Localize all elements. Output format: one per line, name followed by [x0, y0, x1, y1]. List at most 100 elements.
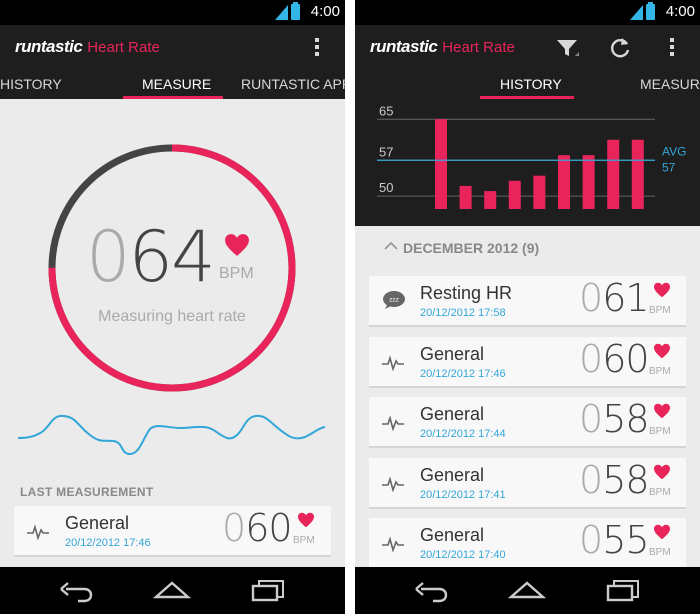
heart-icon [654, 343, 670, 358]
chart-bar [508, 180, 521, 209]
home-icon[interactable] [507, 577, 547, 603]
entry-date: 20/12/2012 17:40 [420, 549, 506, 561]
chevron-up-icon[interactable] [384, 241, 398, 251]
entry-date: 20/12/2012 17:44 [420, 428, 506, 440]
heart-icon [654, 464, 670, 479]
history-entry[interactable]: zzz Resting HR 20/12/2012 17:58 061 BPM [369, 276, 686, 327]
navigation-bar [355, 567, 700, 614]
entry-date: 20/12/2012 17:58 [420, 307, 506, 319]
measurement-value: 060 [222, 506, 293, 550]
heart-icon [298, 512, 314, 528]
chart-bar [484, 191, 497, 209]
bpm-unit: BPM [293, 535, 315, 546]
chart-bar [607, 139, 620, 209]
heart-icon [654, 524, 670, 540]
bpm-unit: BPM [649, 426, 671, 437]
heart-rate-value: 064 [86, 216, 216, 298]
status-time: 4:00 [310, 3, 340, 20]
avg-label: AVG [662, 144, 686, 158]
status-time: 4:00 [665, 3, 695, 20]
history-entry[interactable]: General 20/12/2012 17:44 058 BPM [369, 397, 686, 448]
chart-bar [533, 175, 546, 209]
entry-title: General [420, 343, 485, 364]
y-tick-label: 65 [379, 103, 393, 118]
tab-measure[interactable]: MEASURE [640, 76, 700, 92]
chart-bar [459, 185, 472, 209]
app-name: Heart Rate [87, 39, 160, 56]
back-icon[interactable] [58, 577, 94, 603]
tab-bar: HISTORY MEASURE [355, 71, 700, 99]
runtastic-logo: runtastic [15, 37, 83, 56]
signal-icon [275, 5, 288, 20]
status-bar: 4:00 [0, 0, 345, 25]
entry-value: 058 [579, 457, 650, 502]
last-measurement-heading: LAST MEASUREMENT [20, 485, 154, 499]
app-name: Heart Rate [442, 39, 515, 56]
sleep-bubble-icon: zzz [383, 291, 405, 309]
chart-bar [558, 155, 570, 209]
home-icon[interactable] [152, 577, 192, 603]
app-brand: runtastic Heart Rate [15, 37, 160, 57]
overflow-menu-icon[interactable] [315, 38, 320, 58]
month-header[interactable]: DECEMBER 2012 (9) [403, 240, 539, 256]
battery-icon [646, 2, 655, 20]
refresh-icon[interactable] [608, 36, 632, 60]
history-chart: 65 57 50 AVG 57 [355, 99, 700, 226]
pulse-icon [382, 354, 404, 371]
chart-bar [435, 119, 447, 209]
entry-date: 20/12/2012 17:46 [420, 367, 506, 380]
pulse-icon [27, 524, 49, 540]
entry-value: 055 [579, 518, 650, 562]
bpm-unit: BPM [219, 265, 254, 282]
last-measurement-card[interactable]: General 20/12/2012 17:46 060 BPM [14, 506, 331, 557]
tab-history[interactable]: HISTORY [0, 76, 62, 92]
chart-bar [582, 155, 595, 209]
entry-title: General [420, 404, 485, 424]
app-brand: runtastic Heart Rate [370, 37, 515, 57]
heart-icon [225, 234, 249, 256]
signal-icon [630, 5, 643, 20]
recents-icon[interactable] [250, 577, 286, 603]
measurement-date: 20/12/2012 17:46 [65, 537, 151, 549]
pulse-icon [382, 475, 404, 492]
battery-icon [291, 2, 300, 20]
measurement-title: General [65, 513, 130, 533]
status-bar: 4:00 [355, 0, 700, 25]
entry-date: 20/12/2012 17:41 [420, 488, 506, 501]
measure-screen: 4:00 runtastic Heart Rate HISTORY MEASURE… [0, 0, 345, 614]
entry-value: 058 [579, 397, 650, 441]
pulse-icon [382, 536, 404, 552]
filter-icon[interactable] [555, 36, 579, 60]
history-entry[interactable]: General 20/12/2012 17:40 055 BPM [369, 518, 686, 569]
avg-value: 57 [662, 160, 676, 174]
runtastic-logo: runtastic [370, 37, 438, 56]
svg-text:zzz: zzz [389, 297, 398, 304]
heart-icon [654, 282, 670, 298]
heart-rate-waveform [17, 414, 326, 456]
chart-bar [631, 139, 644, 209]
entry-value: 061 [579, 276, 650, 320]
tab-measure[interactable]: MEASURE [142, 76, 211, 92]
pulse-icon [382, 415, 404, 431]
history-entry[interactable]: General 20/12/2012 17:46 060 BPM [369, 336, 686, 388]
entry-value: 060 [579, 336, 650, 381]
entry-title: Resting HR [420, 283, 513, 303]
action-bar: runtastic Heart Rate [0, 25, 345, 71]
entry-title: General [420, 525, 485, 545]
y-tick-label: 57 [379, 144, 393, 159]
history-screen: 4:00 runtasticHeart Rate HISTORY MEASURE… [355, 0, 700, 614]
overflow-menu-icon[interactable] [670, 38, 675, 58]
tab-bar: HISTORY MEASURE RUNTASTIC APPS [0, 71, 345, 99]
tab-runtastic-apps[interactable]: RUNTASTIC APPS [241, 76, 345, 92]
back-icon[interactable] [413, 577, 449, 603]
history-bar-chart: 65 57 50 AVG 57 [377, 103, 686, 209]
tab-history[interactable]: HISTORY [500, 76, 562, 92]
history-entry[interactable]: General 20/12/2012 17:41 058 BPM [369, 457, 686, 509]
bpm-unit: BPM [649, 486, 671, 498]
navigation-bar [0, 567, 345, 614]
recents-icon[interactable] [605, 577, 641, 603]
active-tab-indicator [123, 96, 223, 99]
y-tick-label: 50 [379, 180, 393, 195]
heart-icon [654, 403, 670, 419]
action-bar: runtastic Heart Rate [355, 25, 700, 71]
